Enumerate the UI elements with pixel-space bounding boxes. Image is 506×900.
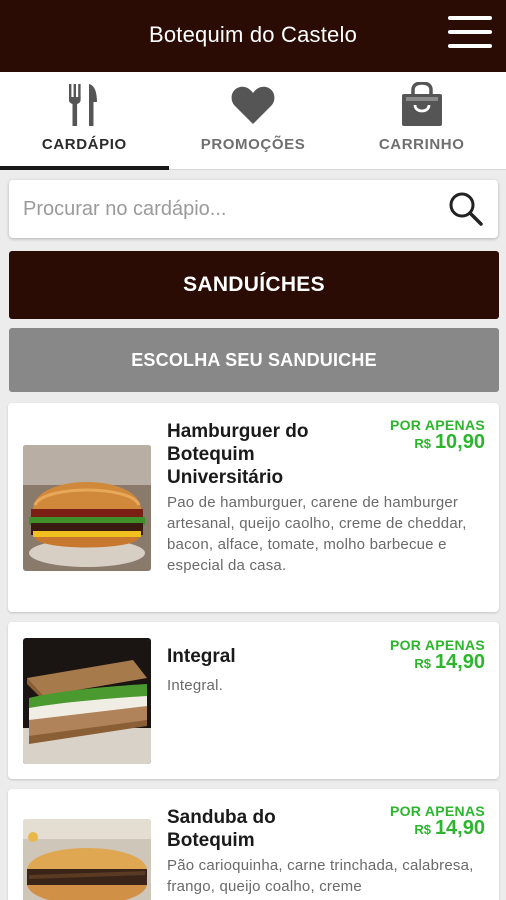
product-description: Integral.: [167, 677, 223, 694]
product-name: Sanduba do Botequim: [167, 807, 276, 851]
tab-carrinho[interactable]: CARRINHO: [337, 72, 506, 169]
product-description: Pão carioquinha, carne trinchada, calabr…: [167, 857, 474, 895]
product-name: Integral: [167, 646, 236, 667]
product-price: R$ 14,90: [414, 817, 485, 840]
tab-cardapio[interactable]: CARDÁPIO: [0, 72, 169, 170]
product-price: R$ 10,90: [414, 431, 485, 454]
app-header: Botequim do Castelo: [0, 0, 506, 72]
currency-symbol: R$: [414, 822, 431, 837]
product-description: Pao de hamburguer, carene de hamburger a…: [167, 494, 467, 574]
tab-label: CARDÁPIO: [41, 136, 127, 153]
search-bar: [9, 180, 498, 238]
product-card[interactable]: Hamburguer do Botequim Universitário Pao…: [8, 403, 499, 612]
product-price: R$ 14,90: [414, 651, 485, 674]
product-card[interactable]: Integral Integral. POR APENAS R$ 14,90: [8, 622, 499, 779]
currency-symbol: R$: [414, 436, 431, 451]
search-input[interactable]: [23, 188, 433, 230]
tab-label: PROMOÇÕES: [200, 136, 306, 153]
app-title: Botequim do Castelo: [148, 22, 358, 47]
category-button[interactable]: SANDUÍCHES: [9, 251, 499, 319]
product-image: [23, 445, 151, 571]
price-value: 14,90: [434, 817, 485, 839]
hamburger-menu-icon[interactable]: [448, 16, 492, 54]
tab-label: CARRINHO: [378, 136, 465, 153]
subcategory-button[interactable]: ESCOLHA SEU SANDUICHE: [9, 328, 499, 392]
search-icon[interactable]: [448, 191, 484, 227]
product-image: [23, 819, 151, 900]
product-name: Hamburguer do Botequim Universitário: [167, 421, 309, 488]
shopping-bag-icon: [337, 82, 506, 128]
tab-promocoes[interactable]: PROMOÇÕES: [169, 72, 338, 169]
price-value: 14,90: [434, 651, 485, 673]
tab-bar: CARDÁPIO PROMOÇÕES CARRINHO: [0, 72, 506, 170]
price-value: 10,90: [434, 431, 485, 453]
heart-icon: [169, 82, 338, 128]
currency-symbol: R$: [414, 656, 431, 671]
product-card[interactable]: Sanduba do Botequim Pão carioquinha, car…: [8, 789, 499, 900]
product-image: [23, 638, 151, 764]
fork-knife-icon: [0, 82, 169, 128]
